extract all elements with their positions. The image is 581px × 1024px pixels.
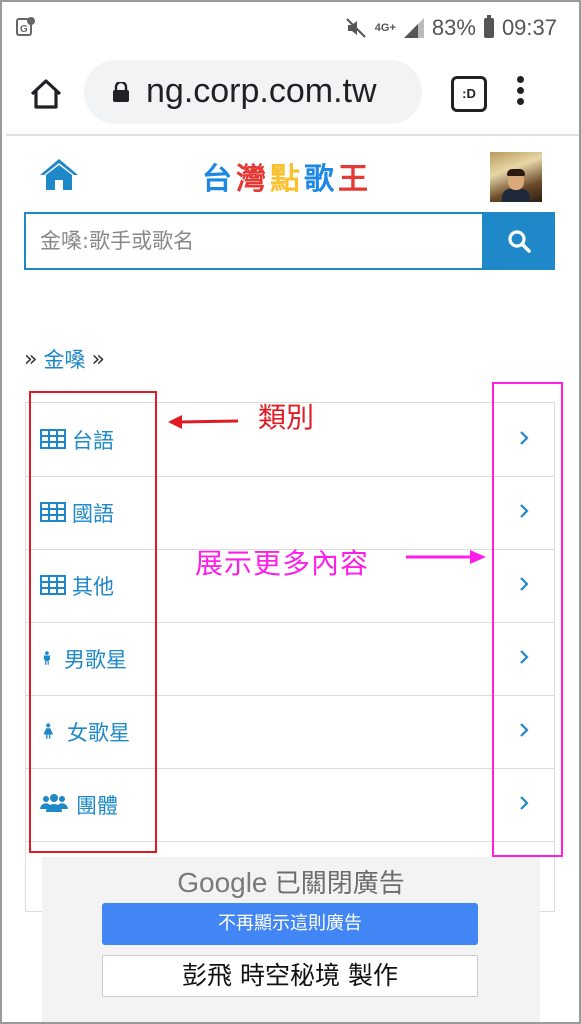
battery-icon (483, 15, 494, 38)
battery-percent: 83% (431, 15, 476, 40)
site-title-char: 王 (338, 162, 372, 197)
site-title-char: 灣 (236, 162, 270, 197)
url-text: ng.corp.com.tw (146, 72, 377, 110)
address-bar[interactable]: ng.corp.com.tw (84, 60, 422, 124)
browser-home-icon[interactable] (28, 76, 64, 112)
status-bar: G 4G+ 83% 09:37 (2, 2, 579, 54)
more-annotation: 展示更多內容 (195, 547, 370, 580)
search-button[interactable] (482, 214, 555, 268)
clock: 09:37 (501, 15, 557, 40)
category-highlight-box (29, 391, 157, 853)
site-title[interactable]: 台灣點歌王 (202, 154, 372, 198)
location-notification-icon: G (16, 17, 35, 36)
category-annotation: 類別 (258, 401, 315, 434)
ad-closed-panel: Google 已關閉廣告 不再顯示這則廣告 彭飛 時空秘境 製作 (42, 857, 540, 1022)
arrow-left-icon (168, 415, 239, 429)
breadcrumb: » 金嗓 » (24, 344, 105, 374)
breadcrumb-separator: » (24, 346, 38, 372)
breadcrumb-item[interactable]: 金嗓 (43, 344, 85, 374)
site-title-char: 歌 (304, 162, 338, 197)
lock-icon (113, 82, 129, 102)
avatar[interactable] (490, 152, 542, 202)
ad-brand-line: Google 已關閉廣告 (42, 863, 540, 900)
network-type: 4G+ (374, 22, 396, 34)
browser-toolbar: ng.corp.com.tw :D (2, 54, 579, 134)
tab-switcher-button[interactable]: :D (451, 76, 487, 112)
toolbar-divider (6, 134, 579, 136)
phone-screen: G 4G+ 83% 09:37 ng.corp.com.tw:D 台灣點歌王 … (0, 0, 581, 1024)
search-input[interactable] (26, 214, 482, 268)
ad-closed-text: 已關閉廣告 (274, 868, 405, 898)
more-highlight-box (492, 382, 563, 857)
arrow-right-icon (406, 550, 486, 564)
signal-icon (403, 18, 424, 38)
search-bar (24, 212, 555, 270)
site-title-char: 台 (202, 162, 236, 197)
site-home-icon[interactable] (38, 156, 80, 192)
credit-label: 彭飛 時空秘境 製作 (102, 955, 478, 997)
browser-menu-icon[interactable] (517, 76, 525, 110)
search-icon (508, 230, 531, 253)
breadcrumb-separator: » (91, 346, 105, 372)
mute-icon (346, 18, 366, 38)
svg-text:G: G (20, 24, 28, 35)
site-title-char: 點 (270, 162, 304, 197)
google-logo: Google (177, 867, 268, 898)
stop-showing-ad-button[interactable]: 不再顯示這則廣告 (102, 903, 478, 945)
